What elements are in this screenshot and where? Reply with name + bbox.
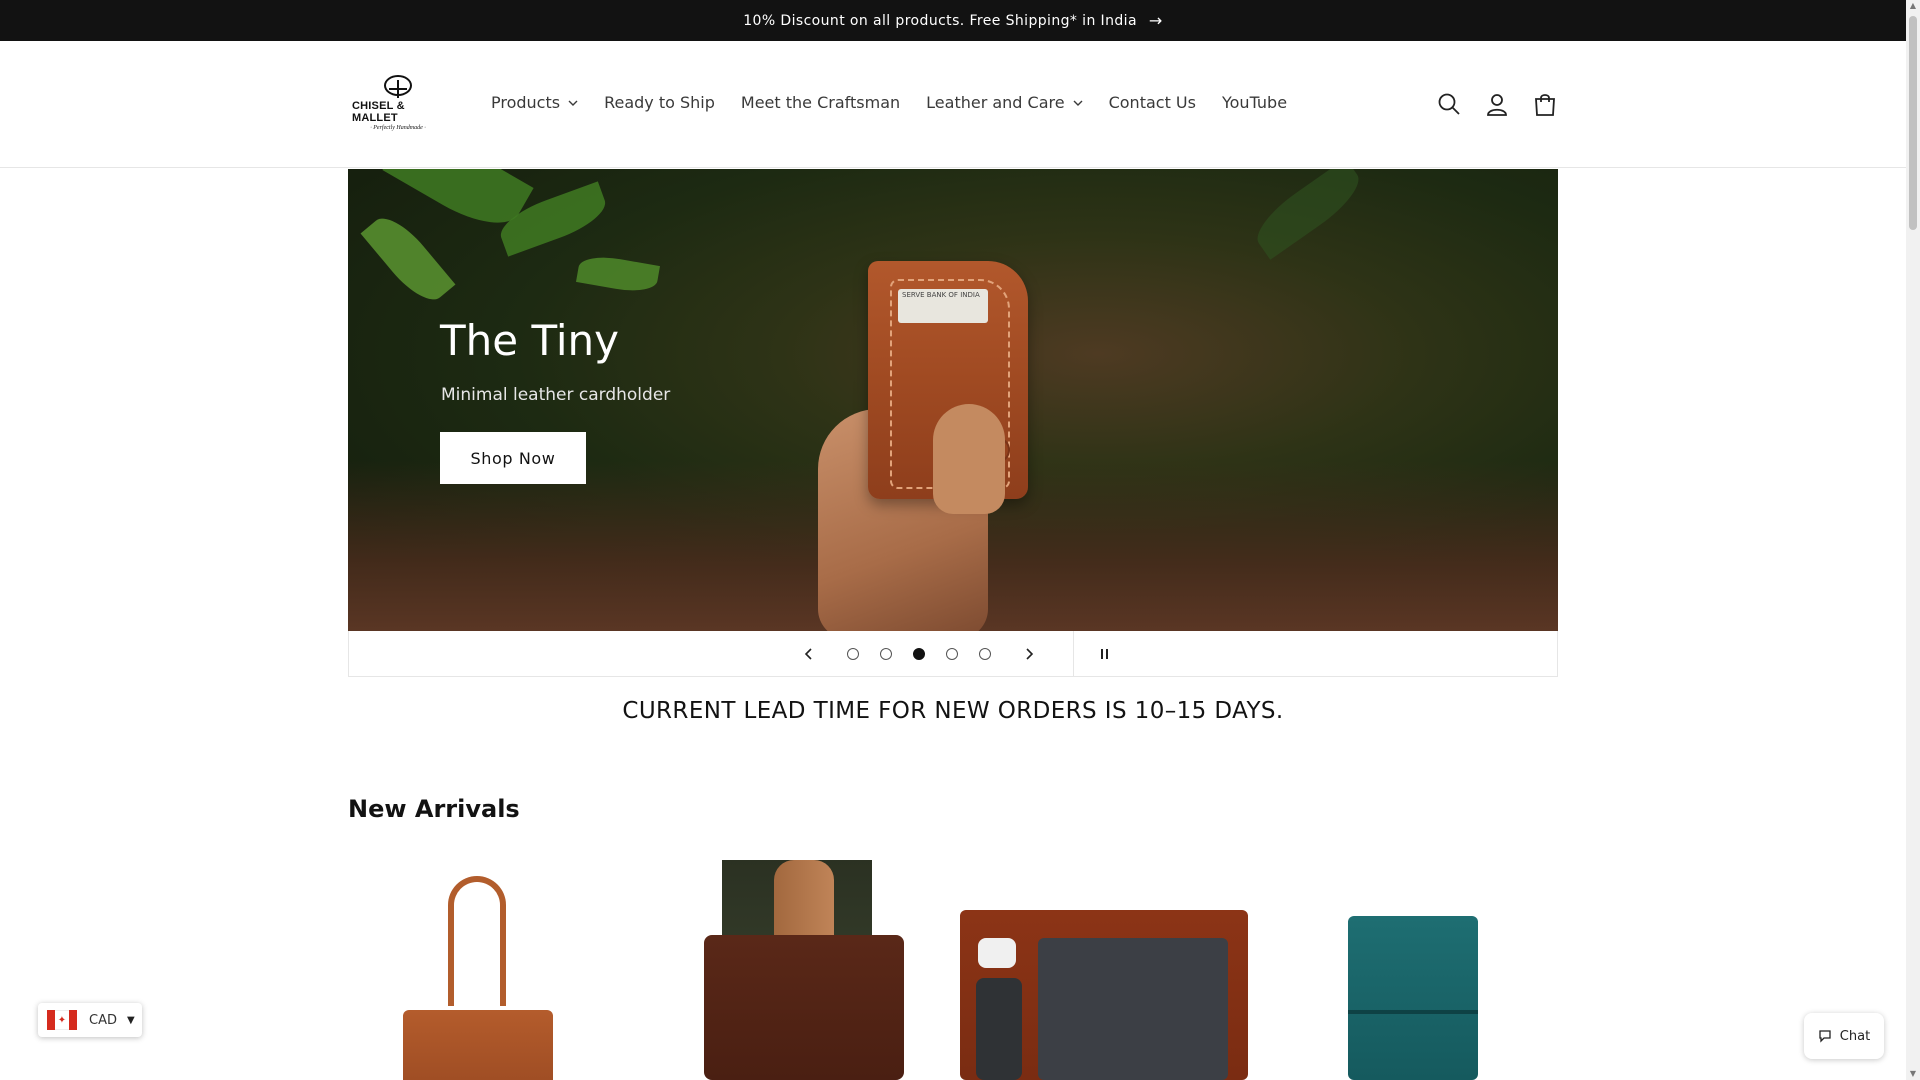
hero-slideshow: SERVE BANK OF INDIA The Tiny Minimal lea… [348, 169, 1558, 631]
canada-flag-icon: ✦ [47, 1010, 77, 1030]
scroll-down-icon[interactable]: ▼ [1909, 1070, 1917, 1078]
slideshow-nav [797, 631, 1041, 677]
flag-stripe [47, 1010, 55, 1030]
nav-item-meet-the-craftsman[interactable]: Meet the Craftsman [741, 93, 900, 112]
logo[interactable]: CHISEL & MALLET · Perfectly Handmade · [352, 75, 444, 131]
nav-item-label: Ready to Ship [604, 93, 715, 112]
nav-item-label: Contact Us [1108, 93, 1196, 112]
hero-subtitle: Minimal leather cardholder [441, 385, 671, 405]
search-icon[interactable] [1436, 91, 1462, 117]
slide-dots [847, 648, 991, 660]
logo-tagline: · Perfectly Handmade · [370, 125, 426, 131]
product-card-desk-mat[interactable] [948, 860, 1248, 1080]
hero-foliage [1247, 169, 1369, 260]
hero-thumb [933, 404, 1005, 514]
slide-dot-3[interactable] [913, 648, 925, 660]
product-card-teal-wallet[interactable] [1268, 860, 1558, 1080]
site-header: CHISEL & MALLET · Perfectly Handmade · P… [0, 41, 1906, 168]
chevron-left-icon [804, 648, 812, 660]
scrollbar-thumb[interactable] [1909, 16, 1917, 230]
product-image [704, 935, 904, 1080]
arrow-right-icon: → [1148, 11, 1163, 30]
nav-item-contact-us[interactable]: Contact Us [1109, 93, 1196, 112]
divider [1073, 631, 1074, 677]
logo-cross-icon [384, 75, 412, 98]
product-image [1348, 916, 1478, 1080]
currency-selector[interactable]: ✦ CAD ▼ [38, 1003, 142, 1037]
nav-item-leather-and-care[interactable]: Leather and Care [926, 93, 1083, 112]
product-card-laptop-sleeve[interactable] [652, 860, 942, 1080]
chat-bubble-icon [1819, 1030, 1831, 1043]
cart-icon[interactable] [1532, 91, 1558, 117]
header-icons [1436, 91, 1558, 117]
shop-now-button[interactable]: Shop Now [440, 432, 586, 484]
next-slide-button[interactable] [1017, 642, 1041, 666]
pause-icon [1100, 649, 1103, 659]
lead-time-notice: CURRENT LEAD TIME FOR NEW ORDERS IS 10–1… [622, 698, 1284, 724]
previous-slide-button[interactable] [797, 642, 821, 666]
caret-down-icon: ▼ [126, 1014, 135, 1026]
product-image [448, 876, 506, 1006]
pause-icon [1105, 649, 1108, 659]
hero-title: The Tiny [440, 316, 619, 365]
hero-foliage [360, 207, 456, 311]
chevron-down-icon [568, 100, 578, 106]
nav-item-label: YouTube [1221, 93, 1288, 112]
product-image [403, 1010, 553, 1080]
slide-dot-2[interactable] [880, 648, 892, 660]
account-icon[interactable] [1484, 91, 1510, 117]
product-image [976, 978, 1022, 1080]
slide-dot-4[interactable] [946, 648, 958, 660]
currency-code: CAD [89, 1012, 117, 1028]
slideshow-controls [348, 631, 1558, 677]
chat-label: Chat [1839, 1028, 1871, 1044]
nav-item-label: Products [491, 93, 561, 112]
chevron-right-icon [1026, 648, 1034, 660]
announcement-bar[interactable]: 10% Discount on all products. Free Shipp… [0, 0, 1906, 41]
flag-stripe [69, 1010, 77, 1030]
slide-dot-1[interactable] [847, 648, 859, 660]
new-arrivals-heading: New Arrivals [348, 795, 520, 823]
announcement-text: 10% Discount on all products. Free Shipp… [743, 12, 1137, 29]
product-card-tote-bag[interactable] [348, 860, 638, 1080]
chat-button[interactable]: Chat [1804, 1013, 1884, 1059]
product-grid [348, 860, 1558, 1080]
product-image [1038, 938, 1228, 1080]
product-image [978, 938, 1016, 968]
main-nav: Products Ready to Ship Meet the Craftsma… [491, 93, 1313, 112]
nav-item-label: Leather and Care [926, 93, 1065, 112]
maple-leaf-icon: ✦ [55, 1010, 69, 1030]
pause-slideshow-button[interactable] [1092, 642, 1116, 666]
hero-foliage [576, 252, 660, 296]
nav-item-youtube[interactable]: YouTube [1222, 93, 1287, 112]
nav-item-products[interactable]: Products [491, 93, 578, 112]
nav-item-ready-to-ship[interactable]: Ready to Ship [604, 93, 715, 112]
scroll-up-icon[interactable]: ▲ [1909, 2, 1917, 10]
nav-item-label: Meet the Craftsman [740, 93, 901, 112]
scrollbar[interactable]: ▲ ▼ [1906, 0, 1920, 1080]
chevron-down-icon [1073, 100, 1083, 106]
logo-text: CHISEL & MALLET [352, 100, 405, 124]
slide-dot-5[interactable] [979, 648, 991, 660]
product-image [1348, 1010, 1478, 1014]
